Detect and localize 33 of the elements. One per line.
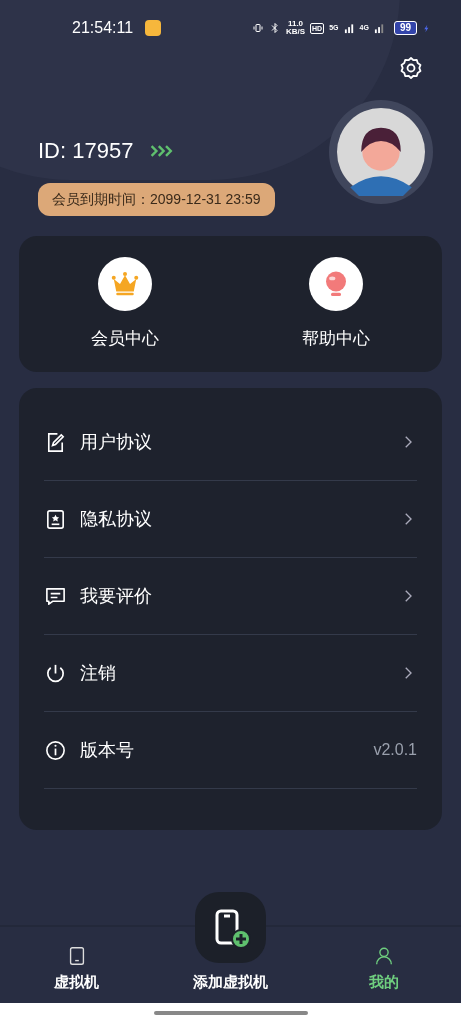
nav-tab[interactable]: 添加虚拟机: [153, 970, 308, 1003]
avatar[interactable]: [337, 108, 425, 196]
version-value: v2.0.1: [373, 740, 417, 760]
star-document-icon: [44, 507, 67, 531]
user-id: ID: 17957: [38, 137, 134, 165]
menu-label: 版本号: [80, 738, 134, 762]
battery-indicator: 99: [393, 21, 417, 35]
signal-icon: [343, 22, 355, 34]
membership-expiry-badge: 会员到期时间：2099-12-31 23:59: [38, 183, 275, 216]
add-device-fab[interactable]: [195, 892, 266, 963]
shortcut-label: 帮助中心: [302, 328, 371, 350]
menu-row[interactable]: 我要评价: [44, 558, 417, 635]
shortcut-item[interactable]: 会员中心: [19, 236, 231, 372]
shortcut-item[interactable]: 帮助中心: [230, 236, 442, 372]
menu-label: 注销: [80, 661, 116, 685]
menu-row[interactable]: 隐私协议: [44, 481, 417, 558]
shortcut-label: 会员中心: [90, 328, 159, 350]
status-time: 21:54:11: [72, 18, 134, 38]
menu-label: 我要评价: [80, 584, 152, 608]
net-speed: 11.0: [287, 20, 304, 27]
vibrate-icon: [251, 22, 264, 34]
nav-tab[interactable]: 我的: [307, 927, 461, 1003]
menu-row[interactable]: 版本号 v2.0.1: [44, 712, 417, 789]
info-icon: [44, 738, 67, 762]
nav-tab[interactable]: 虚拟机: [0, 927, 154, 1003]
menu-row[interactable]: 用户协议: [44, 404, 417, 481]
signal-icon: [373, 22, 385, 34]
app-notification-icon: [145, 20, 162, 36]
menu-label: 隐私协议: [80, 507, 152, 531]
settings-icon[interactable]: [399, 56, 423, 80]
net-speed-unit: KB/S: [285, 27, 306, 36]
menu-row[interactable]: 注销: [44, 635, 417, 712]
menu-label: 用户协议: [80, 430, 152, 454]
